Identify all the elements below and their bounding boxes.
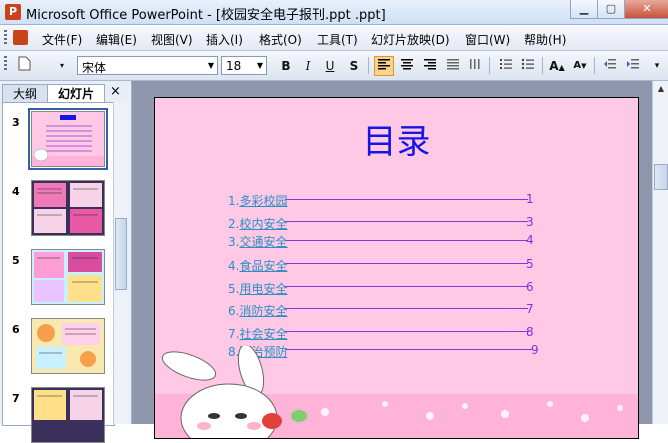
new-document-icon[interactable] — [14, 56, 34, 76]
increase-indent-icon[interactable] — [623, 56, 643, 76]
close-window-button[interactable]: ✕ — [624, 0, 668, 19]
toc-page-2: 3 — [526, 215, 534, 229]
toolbar-overflow-icon[interactable]: ▾ — [650, 56, 664, 76]
align-center-button[interactable] — [397, 56, 417, 76]
slide-title[interactable]: 目录 — [155, 114, 638, 163]
toc-line — [285, 263, 528, 264]
chevron-down-icon[interactable]: ▼ — [254, 57, 266, 74]
distribute-icon[interactable] — [465, 56, 485, 76]
toc-item-1[interactable]: 1.多彩校园 — [228, 192, 287, 209]
scroll-up-icon[interactable]: ▲ — [654, 82, 668, 96]
toolbar-grip[interactable] — [4, 30, 7, 45]
align-left-button[interactable] — [374, 56, 394, 76]
menu-tools[interactable]: 工具(T) — [317, 31, 358, 48]
toc-line — [285, 199, 528, 200]
toc-page-1: 1 — [526, 192, 534, 206]
main-scrollbar[interactable]: ▲ — [652, 81, 668, 424]
decrease-font-button[interactable]: A▼ — [570, 56, 590, 76]
slide-number: 7 — [12, 392, 20, 405]
title-bar: P Microsoft Office PowerPoint - [校园安全电子报… — [0, 0, 668, 25]
menu-file[interactable]: 文件(F) — [42, 31, 82, 48]
font-name-combo[interactable]: 宋体 ▼ — [77, 56, 218, 75]
powerpoint-icon: P — [5, 4, 21, 20]
bold-button[interactable]: B — [276, 56, 296, 76]
tab-slides[interactable]: 幻灯片 — [47, 84, 105, 103]
toc-line — [285, 240, 528, 241]
slide-thumbnail-4[interactable] — [31, 180, 105, 236]
slide-editor: 目录 1.多彩校园 1 2.校内安全 3 3.交通安全 4 4.食品安全 5 5… — [132, 81, 652, 439]
align-right-button[interactable] — [420, 56, 440, 76]
slide-number: 4 — [12, 185, 20, 198]
slide-number: 3 — [12, 116, 20, 129]
menu-edit[interactable]: 编辑(E) — [96, 31, 137, 48]
thumbnail-scrollbar[interactable] — [113, 102, 128, 424]
toc-page-5: 6 — [526, 280, 534, 294]
menu-format[interactable]: 格式(O) — [259, 31, 302, 48]
separator — [489, 57, 490, 74]
italic-button[interactable]: I — [298, 56, 318, 76]
slide-number: 6 — [12, 323, 20, 336]
toc-line — [285, 308, 528, 309]
font-name-value: 宋体 — [82, 61, 107, 75]
slide-thumbnail-5[interactable] — [31, 249, 105, 305]
toc-page-4: 5 — [526, 257, 534, 271]
scrollbar-thumb[interactable] — [654, 164, 668, 190]
slide-thumbnail-3[interactable] — [28, 108, 108, 170]
scrollbar-thumb[interactable] — [115, 218, 127, 290]
toc-item-3[interactable]: 3.交通安全 — [228, 233, 287, 250]
chevron-down-icon[interactable]: ▼ — [205, 57, 217, 74]
maximize-button[interactable]: ▢ — [597, 0, 625, 19]
toolbar-grip[interactable] — [4, 56, 7, 71]
tab-outline[interactable]: 大纲 — [2, 84, 48, 104]
toc-item-2[interactable]: 2.校内安全 — [228, 215, 287, 232]
separator — [542, 57, 543, 74]
window-title: Microsoft Office PowerPoint - [校园安全电子报刊.… — [26, 8, 386, 23]
menu-view[interactable]: 视图(V) — [151, 31, 193, 48]
toc-item-6[interactable]: 6.消防安全 — [228, 302, 287, 319]
numbering-icon[interactable] — [496, 56, 516, 76]
font-size-value: 18 — [226, 59, 242, 73]
toc-page-7: 8 — [526, 325, 534, 339]
close-icon[interactable]: × — [110, 84, 121, 99]
toc-line — [285, 331, 528, 332]
underline-button[interactable]: U — [320, 56, 340, 76]
slides-panel: 大纲 幻灯片 × 3 4 5 6 7 — [0, 81, 132, 443]
toc-page-8: 9 — [531, 343, 539, 357]
separator — [594, 57, 595, 74]
decrease-indent-icon[interactable] — [600, 56, 620, 76]
toc-line — [285, 221, 528, 222]
toc-page-3: 4 — [526, 233, 534, 247]
separator — [368, 57, 369, 74]
menu-insert[interactable]: 插入(I) — [206, 31, 243, 48]
toc-line — [285, 349, 533, 350]
slide-thumbnail-list: 3 4 5 6 7 — [2, 102, 115, 443]
document-icon[interactable] — [13, 30, 28, 45]
toc-item-4[interactable]: 4.食品安全 — [228, 257, 287, 274]
bullets-icon[interactable] — [518, 56, 538, 76]
slide-number: 5 — [12, 254, 20, 267]
menu-help[interactable]: 帮助(H) — [524, 31, 566, 48]
menu-bar: 文件(F) 编辑(E) 视图(V) 插入(I) 格式(O) 工具(T) 幻灯片放… — [0, 25, 668, 51]
toc-item-5[interactable]: 5.用电安全 — [228, 280, 287, 297]
toc-page-6: 7 — [526, 302, 534, 316]
shadow-button[interactable]: S — [344, 56, 364, 76]
increase-font-label: A — [549, 59, 559, 73]
toc-item-7[interactable]: 7.社会安全 — [228, 325, 287, 342]
slide-thumbnail-7[interactable] — [31, 387, 105, 443]
menu-slideshow[interactable]: 幻灯片放映(D) — [371, 31, 450, 48]
justify-button[interactable] — [443, 56, 463, 76]
bunny-illustration — [159, 344, 319, 438]
slide-thumbnail-6[interactable] — [31, 318, 105, 374]
toolbar-options-icon[interactable]: ▾ — [56, 56, 68, 76]
toc-line — [285, 286, 528, 287]
formatting-toolbar: ▾ 宋体 ▼ 18 ▼ B I U S A▲ A▼ ▾ — [0, 51, 668, 81]
current-slide[interactable]: 目录 1.多彩校园 1 2.校内安全 3 3.交通安全 4 4.食品安全 5 5… — [154, 97, 639, 439]
menu-window[interactable]: 窗口(W) — [465, 31, 510, 48]
minimize-button[interactable]: ▁ — [570, 0, 598, 19]
font-size-combo[interactable]: 18 ▼ — [221, 56, 267, 75]
increase-font-button[interactable]: A▲ — [547, 56, 567, 76]
decrease-font-label: A — [573, 60, 582, 71]
